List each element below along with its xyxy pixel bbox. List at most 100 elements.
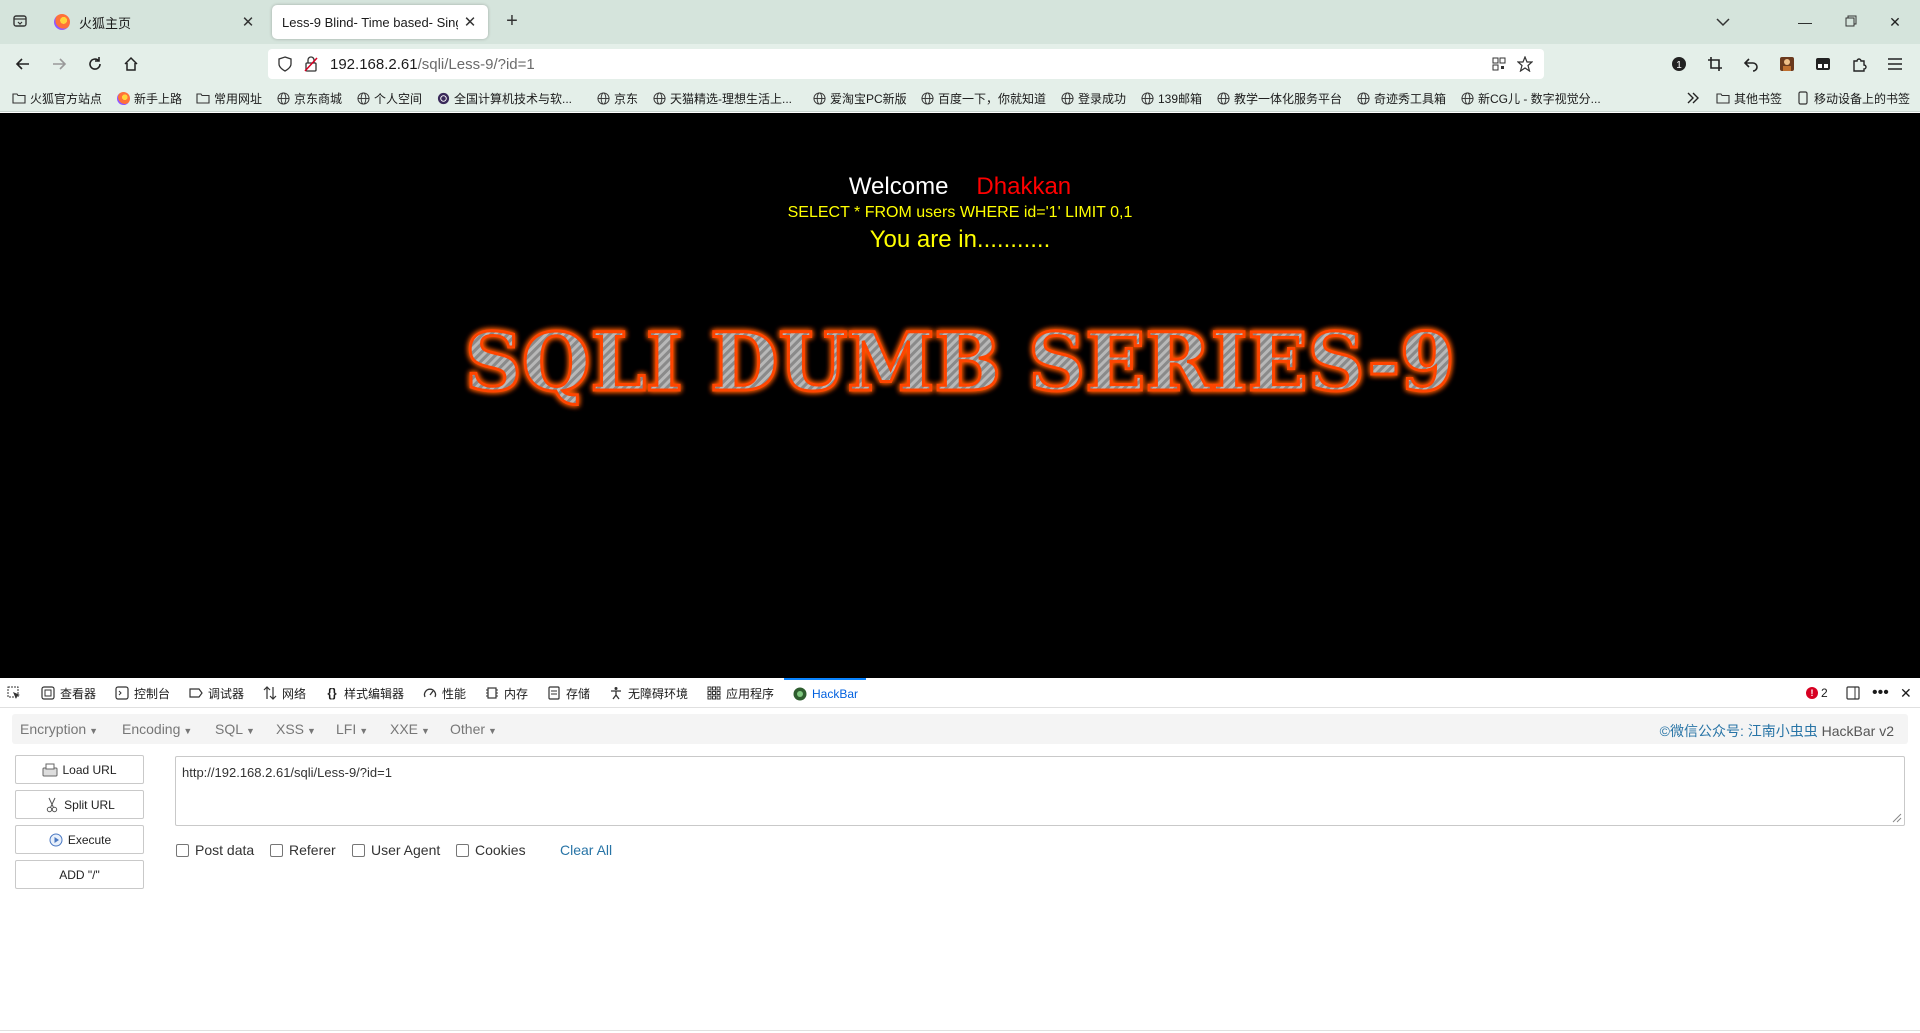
hackbar-credit: ©微信公众号: 江南小虫虫 HackBar v2 (1659, 723, 1894, 739)
bookmark-item[interactable]: 其他书签 (1716, 89, 1782, 107)
notification-badge-icon[interactable]: 1 (1668, 53, 1690, 75)
referer-checkbox[interactable]: Referer (270, 842, 336, 858)
element-picker-button[interactable] (6, 678, 26, 708)
welcome-text: Welcome (848, 173, 949, 200)
checkbox-box[interactable] (176, 843, 189, 857)
error-count-badge[interactable]: ! 2 (1806, 683, 1828, 703)
add-slash-button[interactable]: ADD "/" (15, 860, 144, 889)
menu-other[interactable]: Other ▼ (450, 721, 497, 737)
bookmark-item[interactable]: 登录成功 (1060, 89, 1126, 107)
tab-network[interactable]: 网络 (262, 678, 306, 708)
menu-xxe[interactable]: XXE ▼ (390, 721, 430, 737)
bookmark-item[interactable]: 教学一体化服务平台 (1216, 89, 1342, 107)
qr-code-icon[interactable] (1488, 53, 1510, 75)
tab-memory[interactable]: 内存 (484, 678, 528, 708)
clear-all-link[interactable]: Clear All (560, 842, 612, 858)
container-icon[interactable] (1812, 53, 1834, 75)
tab-performance[interactable]: 性能 (422, 678, 466, 708)
tab-hackbar[interactable]: HackBar (784, 678, 867, 708)
bookmark-item[interactable]: 移动设备上的书签 (1796, 89, 1910, 107)
bookmark-item[interactable]: 京东 (596, 89, 638, 107)
address-bar[interactable]: 192.168.2.61/sqli/Less-9/?id=1 (268, 49, 1544, 79)
minimize-button[interactable]: — (1790, 8, 1820, 36)
bookmark-item[interactable]: 天猫精选-理想生活上... (652, 89, 792, 107)
bookmark-item[interactable]: 个人空间 (356, 89, 422, 107)
split-url-label: Split URL (64, 797, 115, 812)
tab-strip: 火狐主页 ✕ Less-9 Blind- Time based- Single … (0, 0, 1920, 44)
close-devtools-button[interactable]: ✕ (1900, 683, 1912, 703)
divider (0, 1030, 1920, 1031)
bookmark-item[interactable]: 火狐官方站点 (12, 89, 102, 107)
cookies-checkbox[interactable]: Cookies (456, 842, 526, 858)
double-chevron-icon (1686, 91, 1700, 105)
menu-encryption[interactable]: Encryption ▼ (20, 721, 98, 737)
checkbox-box[interactable] (352, 843, 365, 857)
caret-down-icon: ▼ (421, 726, 430, 736)
devtools-tab-label: 查看器 (60, 686, 97, 701)
tab-debugger[interactable]: 调试器 (188, 678, 244, 708)
bookmark-star-icon[interactable] (1514, 53, 1536, 75)
tab-inspector[interactable]: 查看器 (40, 678, 96, 708)
close-tab-icon[interactable]: ✕ (240, 13, 256, 31)
bookmark-item[interactable]: 139邮箱 (1140, 89, 1202, 107)
list-all-tabs-icon[interactable] (1708, 8, 1738, 36)
extensions-puzzle-icon[interactable] (1848, 53, 1870, 75)
close-tab-icon[interactable]: ✕ (462, 13, 478, 31)
checkbox-label: Referer (289, 842, 336, 858)
home-icon (124, 56, 138, 71)
bookmark-item[interactable]: 百度一下，你就知道 (920, 89, 1046, 107)
bookmark-label: 其他书签 (1734, 91, 1783, 106)
bookmark-item[interactable]: 爱淘宝PC新版 (812, 89, 907, 107)
reload-button[interactable] (82, 51, 108, 77)
tab-list-button[interactable] (8, 9, 32, 33)
back-button[interactable] (10, 51, 36, 77)
undo-icon[interactable] (1740, 53, 1762, 75)
new-tab-button[interactable]: + (500, 10, 524, 34)
debugger-icon (188, 685, 204, 701)
execute-button[interactable]: Execute (15, 825, 144, 854)
forward-button[interactable] (46, 51, 72, 77)
bookmark-item[interactable]: 新手上路 (116, 89, 182, 107)
bookmark-label: 新手上路 (134, 91, 183, 106)
bookmark-item[interactable]: 全国计算机技术与软... (436, 89, 572, 107)
caret-down-icon: ▼ (359, 726, 369, 736)
bookmark-item[interactable]: 京东商城 (276, 89, 342, 107)
checkbox-box[interactable] (270, 843, 283, 857)
tab-accessibility[interactable]: 无障碍环境 (608, 678, 688, 708)
resize-grip-icon[interactable] (1890, 811, 1902, 823)
more-options-button[interactable]: ••• (1872, 683, 1889, 703)
tab-console[interactable]: 控制台 (114, 678, 170, 708)
checkbox-label: Post data (195, 842, 255, 858)
navigation-bar: 192.168.2.61/sqli/Less-9/?id=1 1 (0, 44, 1920, 84)
extension-avatar-icon[interactable] (1776, 53, 1798, 75)
bookmark-item[interactable]: 新CG儿 - 数字视觉分... (1460, 89, 1601, 107)
tab-storage[interactable]: 存储 (546, 678, 590, 708)
menu-hamburger-icon[interactable] (1884, 53, 1906, 75)
shield-icon[interactable] (274, 53, 296, 75)
bookmarks-overflow-button[interactable] (1686, 89, 1704, 107)
menu-encoding[interactable]: Encoding ▼ (122, 721, 192, 737)
close-window-button[interactable]: ✕ (1880, 8, 1910, 36)
tab-style-editor[interactable]: {} 样式编辑器 (324, 678, 404, 708)
devtools-tab-label: 内存 (504, 686, 529, 701)
menu-sql[interactable]: SQL ▼ (215, 721, 255, 737)
bookmark-item[interactable]: 常用网址 (196, 89, 262, 107)
post-data-checkbox[interactable]: Post data (176, 842, 254, 858)
menu-xss[interactable]: XSS ▼ (276, 721, 316, 737)
bookmark-item[interactable]: 奇迹秀工具箱 (1356, 89, 1446, 107)
insecure-lock-icon[interactable] (300, 53, 322, 75)
split-url-button[interactable]: Split URL (15, 790, 144, 819)
load-url-button[interactable]: Load URL (15, 755, 144, 784)
checkbox-box[interactable] (456, 843, 469, 857)
menu-lfi[interactable]: LFI ▼ (336, 721, 368, 737)
dock-side-button[interactable] (1846, 683, 1860, 703)
tab-less-9[interactable]: Less-9 Blind- Time based- Single ✕ (272, 5, 488, 39)
tab-application[interactable]: 应用程序 (706, 678, 774, 708)
url-textarea[interactable] (175, 756, 1905, 826)
home-button[interactable] (118, 51, 144, 77)
restore-button[interactable] (1836, 8, 1866, 36)
crop-icon[interactable] (1704, 53, 1726, 75)
tab-firefox-home[interactable]: 火狐主页 ✕ (44, 5, 266, 39)
user-agent-checkbox[interactable]: User Agent (352, 842, 440, 858)
devtools-panel: 查看器 控制台 调试器 网络 {} 样式编辑器 性能 内存 存储 无障碍环境 应用… (0, 678, 1920, 1033)
